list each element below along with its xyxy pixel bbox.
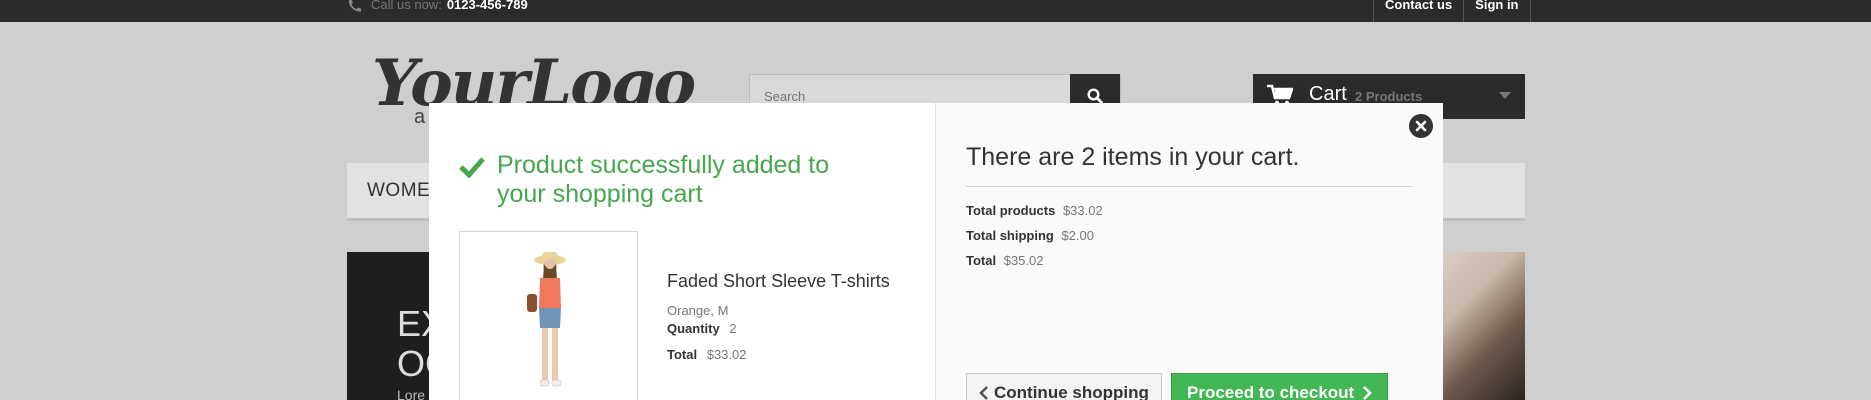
quantity-label: Quantity [667, 321, 720, 336]
success-message: Product successfully added to your shopp… [459, 151, 859, 209]
caret-down-icon [1499, 92, 1511, 99]
modal-product-panel: Product successfully added to your shopp… [429, 103, 936, 400]
product-name: Faded Short Sleeve T-shirts [667, 271, 890, 291]
product-attributes: Orange, M [667, 303, 729, 318]
contact-us-link[interactable]: Contact us [1373, 0, 1463, 22]
chevron-left-icon [979, 386, 988, 400]
banner-text: Lore [397, 387, 426, 400]
total-value: $35.02 [1003, 253, 1044, 268]
top-links: Contact us Sign in [1373, 0, 1531, 22]
chevron-right-icon [1363, 386, 1373, 400]
summary-total-shipping: Total shipping $2.00 [966, 228, 1094, 243]
close-modal-button[interactable] [1409, 114, 1433, 138]
phone-icon [348, 0, 361, 12]
logo-subtitle: a [414, 106, 426, 128]
product-image [459, 231, 638, 400]
modal-cart-panel: There are 2 items in your cart. Total pr… [936, 103, 1443, 400]
phone-number: 0123-456-789 [446, 0, 528, 12]
product-total-label: Total [667, 347, 698, 362]
product-quantity: Quantity 2 [667, 321, 737, 336]
summary-total: Total $35.02 [966, 253, 1043, 268]
add-to-cart-modal: Product successfully added to your shopp… [429, 103, 1443, 400]
cart-count: 2 Products [1355, 89, 1423, 104]
close-icon [1415, 120, 1427, 132]
quantity-value: 2 [729, 321, 737, 336]
cart-heading: There are 2 items in your cart. [966, 143, 1412, 187]
top-bar: Call us now: 0123-456-789 Contact us Sig… [0, 0, 1871, 22]
summary-total-products: Total products $33.02 [966, 203, 1103, 218]
total-shipping-value: $2.00 [1061, 228, 1095, 243]
continue-shopping-label: Continue shopping [994, 383, 1149, 400]
sign-in-link[interactable]: Sign in [1463, 0, 1531, 22]
search-icon [1087, 88, 1103, 104]
success-text: Product successfully added to your shopp… [497, 151, 830, 208]
total-shipping-label: Total shipping [966, 228, 1054, 243]
total-label: Total [966, 253, 997, 268]
product-total-value: $33.02 [706, 347, 747, 362]
total-products-value: $33.02 [1062, 203, 1103, 218]
call-label: Call us now: [371, 0, 442, 12]
product-photo [527, 252, 566, 387]
check-icon [459, 157, 485, 178]
continue-shopping-button[interactable]: Continue shopping [966, 373, 1162, 400]
total-products-label: Total products [966, 203, 1056, 218]
product-total: Total $33.02 [667, 347, 746, 362]
proceed-to-checkout-label: Proceed to checkout [1187, 383, 1355, 400]
proceed-to-checkout-button[interactable]: Proceed to checkout [1171, 373, 1388, 400]
call-us: Call us now: 0123-456-789 [347, 0, 528, 22]
